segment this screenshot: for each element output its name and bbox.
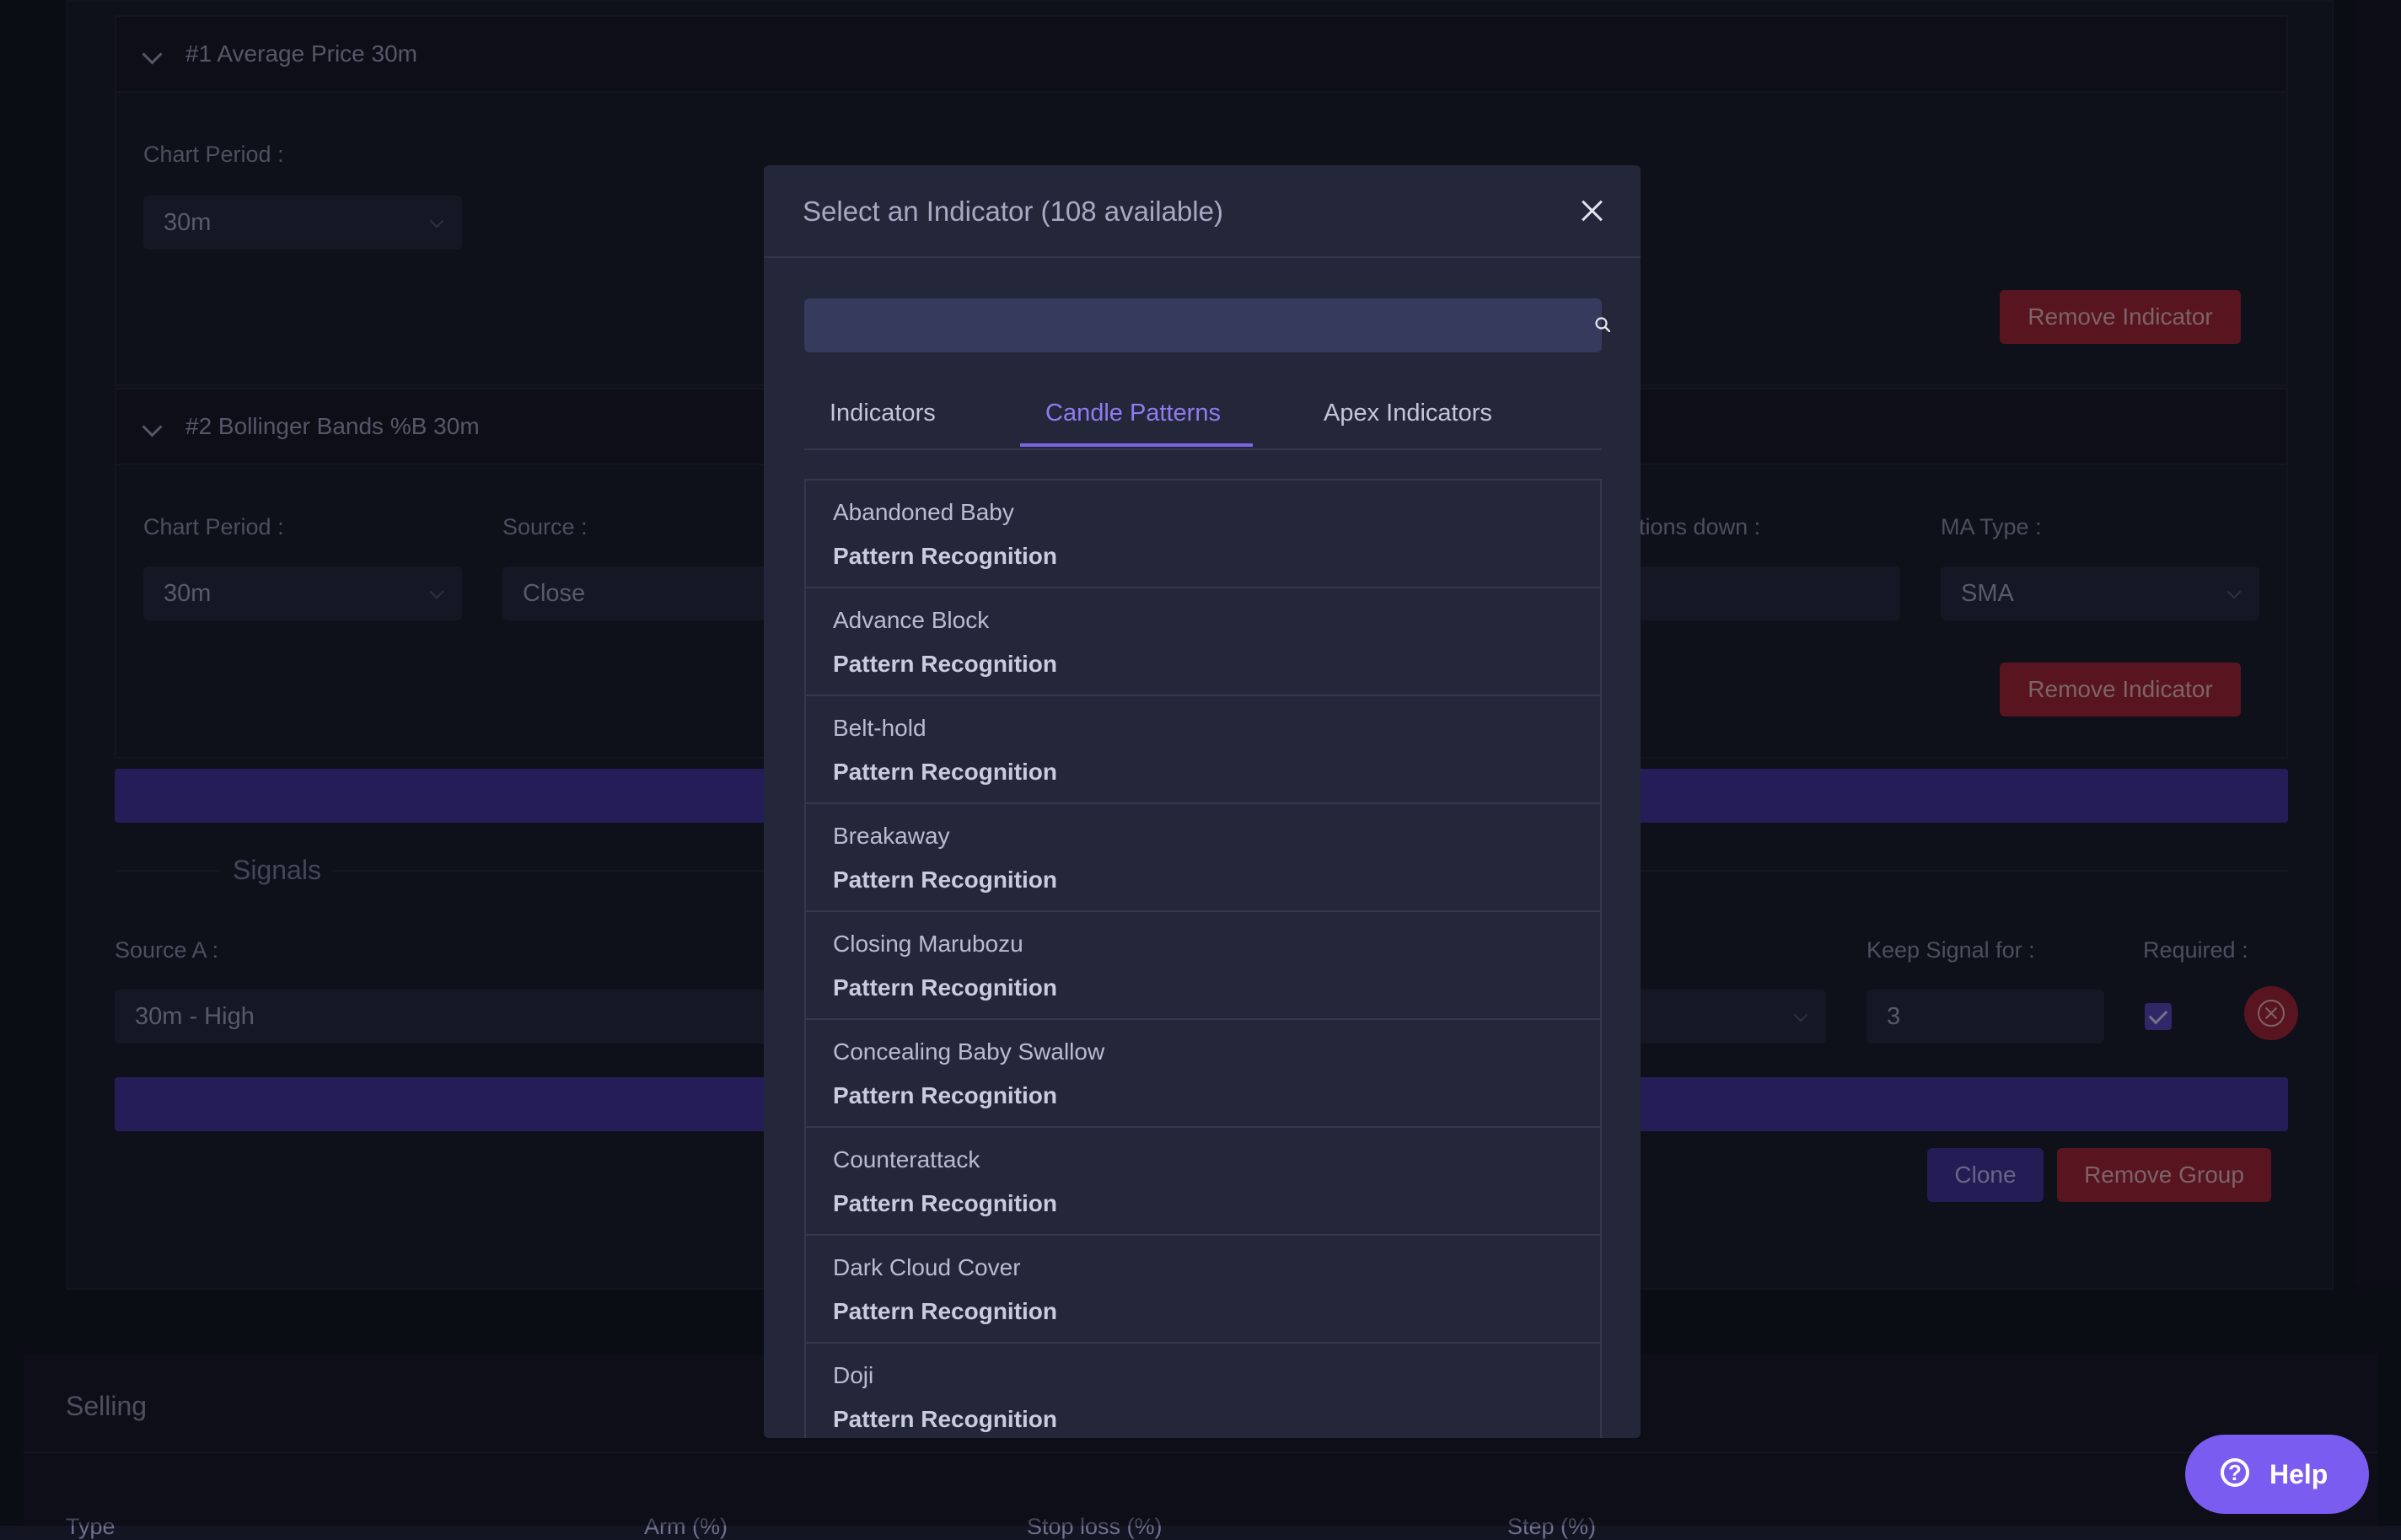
active-tab-indicator: [1020, 443, 1253, 447]
search-input[interactable]: [804, 298, 1529, 352]
help-label: Help: [2269, 1459, 2328, 1489]
item-category: Pattern Recognition: [833, 1406, 1058, 1432]
item-name: Abandoned Baby: [833, 499, 1014, 525]
item-category: Pattern Recognition: [833, 1190, 1058, 1216]
indicator-tabs: Indicators Candle Patterns Apex Indicato…: [804, 386, 1602, 450]
list-item[interactable]: Advance Block Pattern Recognition: [806, 588, 1600, 696]
tab-apex-indicators[interactable]: Apex Indicators: [1324, 400, 1492, 427]
tab-candle-patterns[interactable]: Candle Patterns: [1045, 400, 1221, 427]
list-item[interactable]: Abandoned Baby Pattern Recognition: [806, 480, 1600, 588]
item-name: Breakaway: [833, 823, 950, 849]
tab-indicators[interactable]: Indicators: [830, 400, 936, 427]
modal-header: Select an Indicator (108 available): [764, 165, 1641, 258]
item-category: Pattern Recognition: [833, 1298, 1058, 1324]
question-circle-icon: ?: [2221, 1458, 2249, 1487]
item-category: Pattern Recognition: [833, 867, 1058, 893]
list-item[interactable]: Breakaway Pattern Recognition: [806, 804, 1600, 912]
item-category: Pattern Recognition: [833, 543, 1058, 569]
item-name: Counterattack: [833, 1146, 980, 1172]
search-icon[interactable]: [1595, 317, 1610, 332]
item-name: Belt-hold: [833, 715, 927, 741]
indicator-list: Abandoned Baby Pattern Recognition Advan…: [804, 479, 1602, 1438]
modal-title: Select an Indicator (108 available): [803, 196, 1223, 227]
search-box: [804, 298, 1610, 352]
item-category: Pattern Recognition: [833, 1082, 1058, 1108]
item-name: Dark Cloud Cover: [833, 1254, 1021, 1280]
item-category: Pattern Recognition: [833, 974, 1058, 1001]
list-item[interactable]: Concealing Baby Swallow Pattern Recognit…: [806, 1020, 1600, 1128]
select-indicator-modal: Select an Indicator (108 available) Indi…: [764, 165, 1641, 1438]
help-button[interactable]: ? Help: [2185, 1435, 2369, 1514]
item-name: Closing Marubozu: [833, 931, 1023, 957]
item-name: Doji: [833, 1362, 874, 1388]
list-item[interactable]: Counterattack Pattern Recognition: [806, 1128, 1600, 1236]
close-icon[interactable]: [1575, 194, 1609, 228]
item-category: Pattern Recognition: [833, 759, 1058, 785]
item-name: Concealing Baby Swallow: [833, 1038, 1105, 1065]
item-name: Advance Block: [833, 607, 990, 633]
item-category: Pattern Recognition: [833, 651, 1058, 677]
list-item[interactable]: Belt-hold Pattern Recognition: [806, 696, 1600, 804]
list-item[interactable]: Closing Marubozu Pattern Recognition: [806, 912, 1600, 1020]
list-item[interactable]: Dark Cloud Cover Pattern Recognition: [806, 1236, 1600, 1344]
list-item[interactable]: Doji Pattern Recognition: [806, 1344, 1600, 1438]
